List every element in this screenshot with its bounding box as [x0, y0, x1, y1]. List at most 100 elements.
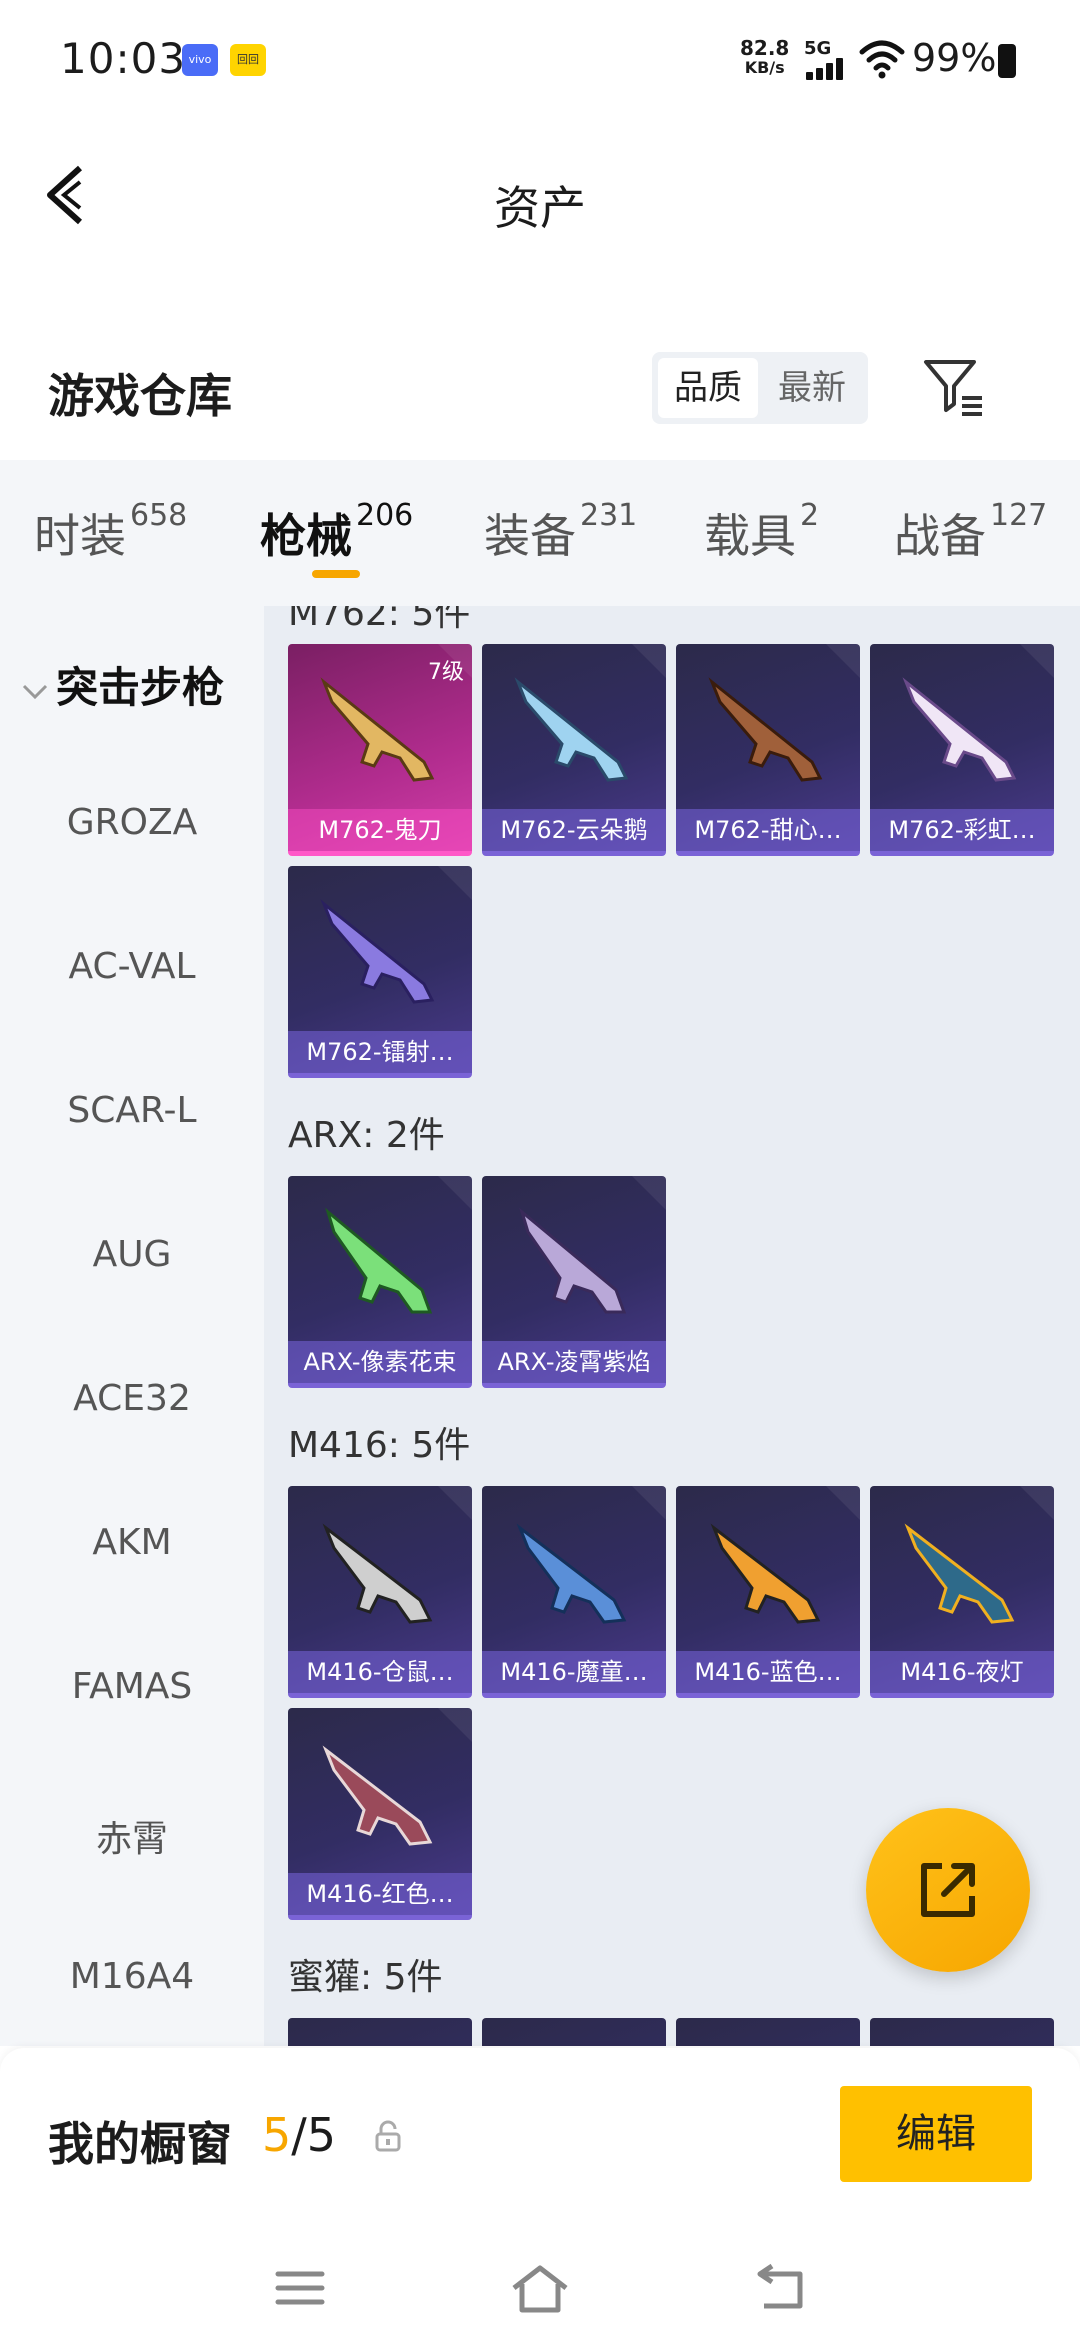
- sidebar-item-groza[interactable]: GROZA: [0, 802, 264, 843]
- status-time: 10:03: [60, 34, 187, 83]
- weapon-card[interactable]: M416-红色…: [288, 1708, 472, 1920]
- rifle-icon: [322, 1745, 433, 1846]
- showcase-current: 5: [262, 2108, 292, 2162]
- sort-quality-option[interactable]: 品质: [658, 358, 758, 418]
- tab-label: 载具: [704, 509, 796, 563]
- chevron-down-icon: [22, 684, 48, 699]
- network-type: 5G: [804, 38, 832, 59]
- card-label: M762-彩虹…: [870, 809, 1054, 851]
- sidebar-item-aug[interactable]: AUG: [0, 1234, 264, 1275]
- active-tab-indicator: [312, 570, 360, 578]
- vivo-app-icon: vivo: [182, 44, 218, 76]
- card-label: ARX-凌霄紫焰: [482, 1341, 666, 1383]
- card-label: M416-仓鼠…: [288, 1651, 472, 1693]
- rifle-icon: [710, 1523, 821, 1624]
- tab-label: 时装: [34, 509, 126, 563]
- tab-label: 装备: [484, 509, 576, 563]
- rifle-icon: [904, 1523, 1015, 1624]
- card-label: M762-镭射…: [288, 1031, 472, 1073]
- system-nav-bar: [0, 2248, 1080, 2344]
- tab-firearms[interactable]: 枪械 206: [260, 498, 414, 570]
- net-speed: 82.8 KB/s: [740, 38, 789, 78]
- weapon-card[interactable]: ARX-像素花束: [288, 1176, 472, 1388]
- edit-button[interactable]: 编辑: [840, 2086, 1032, 2182]
- page-title: 资产: [494, 181, 586, 235]
- weapon-card[interactable]: M416-夜灯: [870, 1486, 1054, 1698]
- card-label: M416-魔童…: [482, 1651, 666, 1693]
- weapon-card[interactable]: M416-魔童…: [482, 1486, 666, 1698]
- card-label: M416-蓝色…: [676, 1651, 860, 1693]
- lock-icon: [375, 2120, 401, 2152]
- showcase-count: 5/5: [262, 2108, 336, 2162]
- sort-toggle[interactable]: 品质 最新: [652, 352, 868, 424]
- rifle-icon: [322, 1523, 433, 1624]
- status-bar: 10:03 vivo 回回 82.8 KB/s 5G 99%: [0, 0, 1080, 120]
- rifle-icon: [516, 1523, 627, 1624]
- group-label-honey-badger: 蜜獾: 5件: [288, 1957, 443, 1998]
- share-fab-button[interactable]: [866, 1808, 1030, 1972]
- group-label-m762: M762: 5件: [288, 606, 471, 634]
- showcase-max: 5: [306, 2108, 337, 2162]
- menu-icon[interactable]: [274, 2262, 326, 2314]
- tab-label: 战备: [894, 509, 986, 563]
- net-speed-unit: KB/s: [744, 58, 785, 77]
- net-speed-value: 82.8: [740, 36, 790, 60]
- battery-icon: [998, 44, 1016, 78]
- filter-icon[interactable]: [920, 354, 986, 420]
- card-label: M762-云朵鹅: [482, 809, 666, 851]
- tab-vehicles[interactable]: 载具 2: [704, 498, 820, 570]
- rifle-icon: [708, 677, 823, 782]
- card-label: ARX-像素花束: [288, 1341, 472, 1383]
- rifle-icon: [519, 1207, 627, 1314]
- card-label: M416-红色…: [288, 1873, 472, 1915]
- tab-count: 231: [580, 498, 638, 533]
- warehouse-title: 游戏仓库: [48, 369, 232, 423]
- weapon-type-sidebar: 突击步枪 GROZA AC-VAL SCAR-L AUG ACE32 AKM F…: [0, 606, 264, 2046]
- sidebar-item-scar-l[interactable]: SCAR-L: [0, 1090, 264, 1131]
- tab-label: 枪械: [260, 509, 352, 563]
- home-icon[interactable]: [510, 2262, 570, 2314]
- tab-equipment[interactable]: 装备 231: [484, 498, 638, 570]
- weapon-card[interactable]: [676, 2018, 860, 2046]
- group-label-arx: ARX: 2件: [288, 1115, 445, 1156]
- wifi-icon: [859, 40, 905, 79]
- weapon-card[interactable]: ARX-凌霄紫焰: [482, 1176, 666, 1388]
- sidebar-item-ac-val[interactable]: AC-VAL: [0, 946, 264, 987]
- sidebar-category-assault-rifle[interactable]: 突击步枪: [20, 654, 224, 715]
- sort-newest-option[interactable]: 最新: [762, 358, 862, 418]
- card-label: M762-甜心…: [676, 809, 860, 851]
- rifle-icon: [514, 677, 629, 782]
- tab-count: 127: [990, 498, 1048, 533]
- sidebar-item-chixiao[interactable]: 赤霄: [0, 1810, 264, 1862]
- weapon-card[interactable]: [288, 2018, 472, 2046]
- sidebar-item-m16a4[interactable]: M16A4: [0, 1956, 264, 1997]
- weapon-card[interactable]: 7级 M762-鬼刀: [288, 644, 472, 856]
- weapon-card[interactable]: M762-甜心…: [676, 644, 860, 856]
- tab-count: 2: [800, 498, 820, 533]
- sidebar-item-famas[interactable]: FAMAS: [0, 1666, 264, 1707]
- card-label: M762-鬼刀: [288, 809, 472, 851]
- weapon-card[interactable]: M762-彩虹…: [870, 644, 1054, 856]
- tab-count: 206: [356, 498, 414, 533]
- weapon-card[interactable]: M762-镭射…: [288, 866, 472, 1078]
- category-tabs: 时装 658 枪械 206 装备 231 载具 2 战备 127: [0, 460, 1080, 606]
- share-out-icon: [921, 1863, 975, 1917]
- weapon-card[interactable]: [482, 2018, 666, 2046]
- back-nav-icon[interactable]: [752, 2262, 808, 2314]
- battery-percent: 99%: [912, 36, 997, 80]
- level-tag: 7级: [428, 660, 464, 685]
- sidebar-item-akm[interactable]: AKM: [0, 1522, 264, 1563]
- rifle-icon: [325, 1207, 433, 1314]
- weapon-card[interactable]: M416-仓鼠…: [288, 1486, 472, 1698]
- tab-fashion[interactable]: 时装 658: [34, 498, 187, 570]
- weapon-card[interactable]: [870, 2018, 1054, 2046]
- tab-battle-supplies[interactable]: 战备 127: [894, 498, 1048, 570]
- notification-app-icon: 回回: [230, 44, 266, 76]
- showcase-title: 我的橱窗: [48, 2117, 232, 2171]
- group-label-m416: M416: 5件: [288, 1425, 471, 1466]
- rifle-icon: [320, 899, 435, 1004]
- sidebar-item-ace32[interactable]: ACE32: [0, 1378, 264, 1419]
- weapon-card[interactable]: M762-云朵鹅: [482, 644, 666, 856]
- weapon-card[interactable]: M416-蓝色…: [676, 1486, 860, 1698]
- showcase-separator: /: [291, 2108, 307, 2162]
